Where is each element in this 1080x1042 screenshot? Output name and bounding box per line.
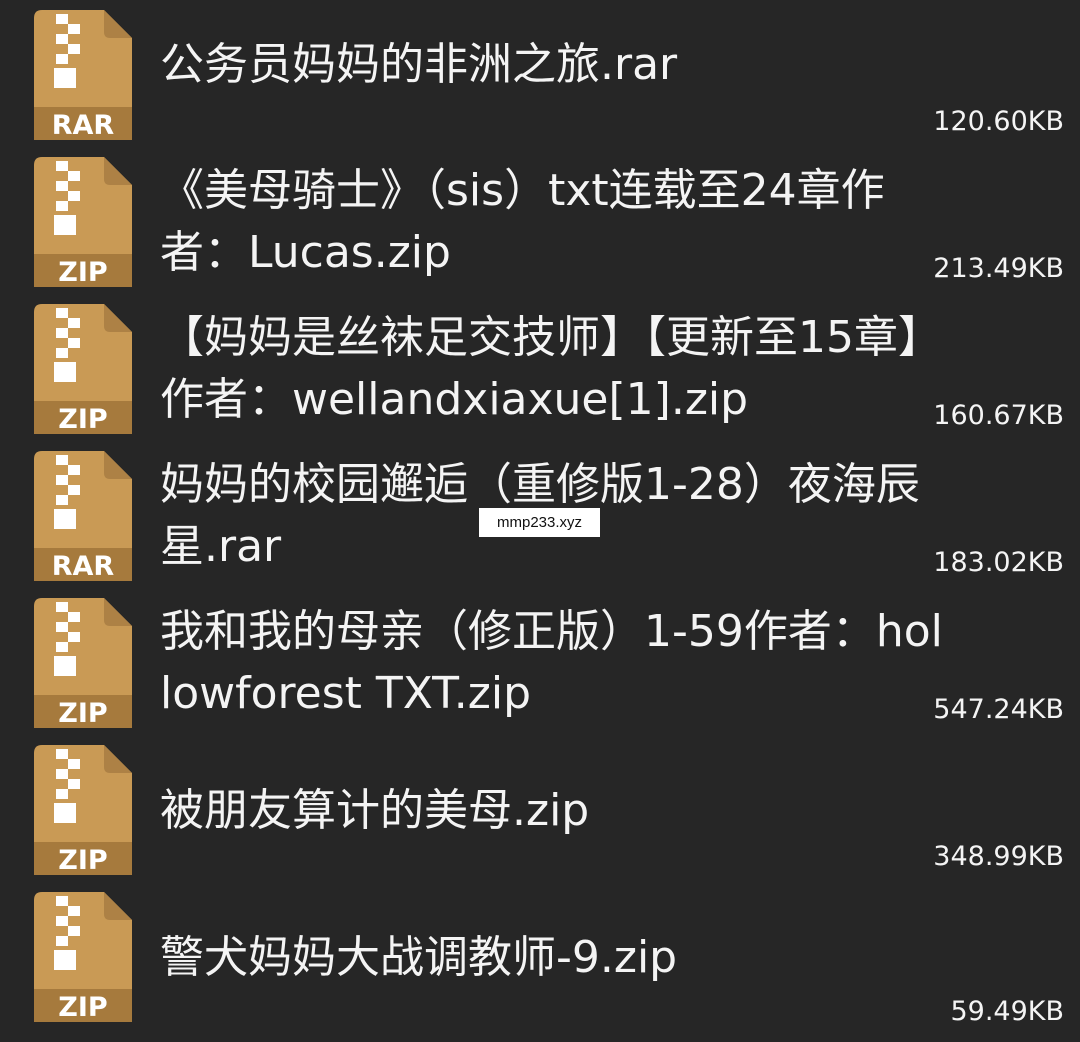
file-size: 120.60KB <box>933 106 1064 137</box>
archive-zip-icon: ZIP <box>34 892 132 1022</box>
file-row[interactable]: ZIP 被朋友算计的美母.zip 348.99KB <box>0 735 1080 882</box>
file-row[interactable]: ZIP 【妈妈是丝袜足交技师】【更新至15章】作者：wellandxiaxue[… <box>0 294 1080 441</box>
file-size: 547.24KB <box>933 694 1064 725</box>
file-name: 《美母骑士》（sis）txt连载至24章作者：Lucas.zip <box>160 165 885 278</box>
file-row[interactable]: RAR 公务员妈妈的非洲之旅.rar 120.60KB <box>0 0 1080 147</box>
file-name: 警犬妈妈大战调教师-9.zip <box>160 932 678 983</box>
file-row[interactable]: ZIP 《美母骑士》（sis）txt连载至24章作者：Lucas.zip 213… <box>0 147 1080 294</box>
file-type-label: ZIP <box>58 992 107 1022</box>
file-name: 公务员妈妈的非洲之旅.rar <box>160 39 678 90</box>
archive-zip-icon: ZIP <box>34 745 132 875</box>
archive-rar-icon: RAR <box>34 451 132 581</box>
archive-zip-icon: ZIP <box>34 157 132 287</box>
file-size: 59.49KB <box>950 996 1064 1027</box>
file-size: 160.67KB <box>933 400 1064 431</box>
file-type-label: RAR <box>52 551 115 581</box>
watermark: mmp233.xyz <box>479 508 600 537</box>
file-size: 213.49KB <box>933 253 1064 284</box>
file-size: 348.99KB <box>933 841 1064 872</box>
archive-zip-icon: ZIP <box>34 598 132 728</box>
file-name: 【妈妈是丝袜足交技师】【更新至15章】作者：wellandxiaxue[1].z… <box>160 312 942 425</box>
file-name: 我和我的母亲（修正版）1-59作者：hollowforest TXT.zip <box>160 606 943 719</box>
archive-zip-icon: ZIP <box>34 304 132 434</box>
file-size: 183.02KB <box>933 547 1064 578</box>
file-type-label: RAR <box>52 110 115 140</box>
archive-rar-icon: RAR <box>34 10 132 140</box>
file-type-label: ZIP <box>58 404 107 434</box>
file-type-label: ZIP <box>58 257 107 287</box>
file-row[interactable]: ZIP 我和我的母亲（修正版）1-59作者：hollowforest TXT.z… <box>0 588 1080 735</box>
file-name: 被朋友算计的美母.zip <box>160 785 590 836</box>
file-type-label: ZIP <box>58 698 107 728</box>
file-type-label: ZIP <box>58 845 107 875</box>
file-row[interactable]: ZIP 警犬妈妈大战调教师-9.zip 59.49KB <box>0 882 1080 1029</box>
